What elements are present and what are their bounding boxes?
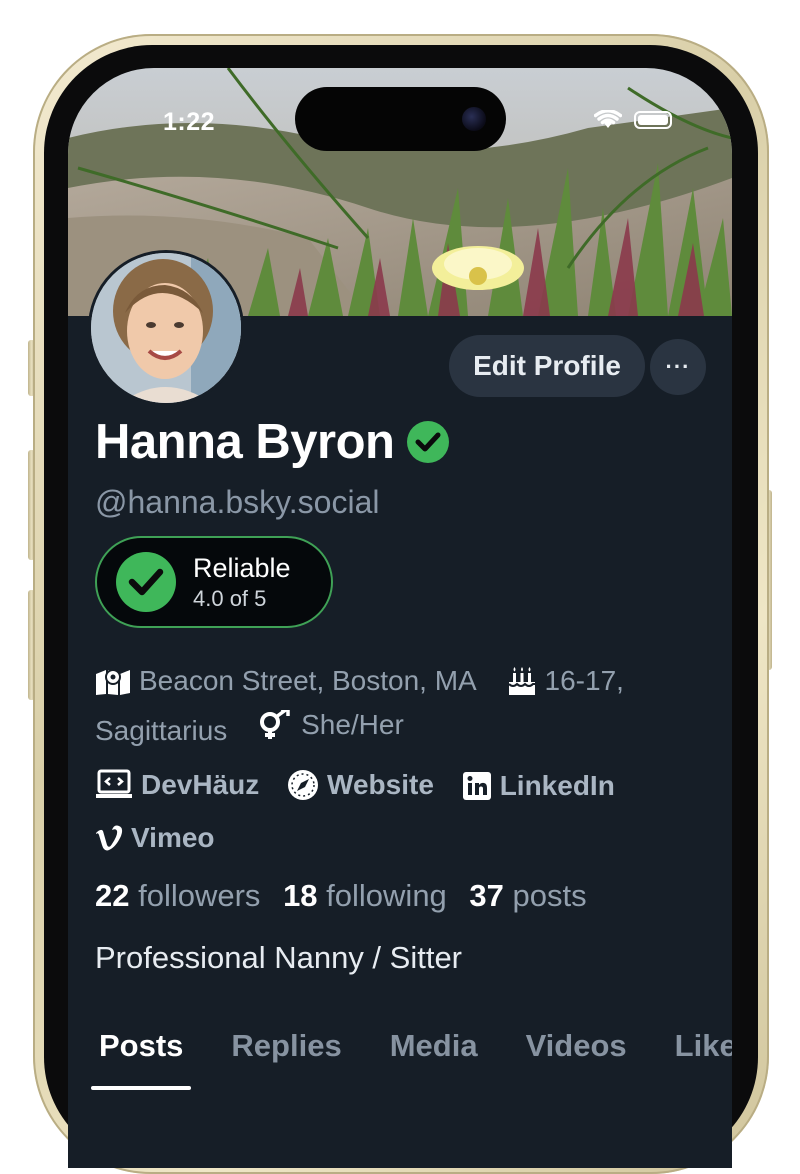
profile-stats: 22 followers 18 following 37 posts bbox=[95, 878, 587, 914]
battery-icon bbox=[634, 111, 672, 129]
status-time: 1:22 bbox=[163, 108, 216, 136]
tab-likes[interactable]: Likes bbox=[671, 1028, 732, 1064]
followers-stat[interactable]: 22 followers bbox=[95, 878, 283, 913]
gender-icon bbox=[260, 710, 290, 739]
zodiac-text: Sagittarius bbox=[95, 715, 228, 746]
posts-count: 37 bbox=[469, 878, 504, 913]
avatar[interactable] bbox=[88, 250, 244, 406]
code-laptop-icon bbox=[96, 769, 132, 798]
dynamic-island bbox=[295, 87, 506, 151]
posts-stat: 37 posts bbox=[469, 878, 586, 913]
profile-meta: Beacon Street, Boston, MA 16-17, Sagitta… bbox=[95, 662, 695, 750]
zodiac-item: Sagittarius bbox=[95, 712, 227, 750]
pronouns-item: She/Her bbox=[257, 706, 404, 744]
followers-count: 22 bbox=[95, 878, 130, 913]
display-name-text: Hanna Byron bbox=[95, 415, 395, 469]
tab-replies[interactable]: Replies bbox=[227, 1028, 345, 1064]
verified-check-icon[interactable] bbox=[406, 420, 450, 464]
following-count: 18 bbox=[283, 878, 318, 913]
profile-tabs: Posts Replies Media Videos Likes bbox=[90, 1028, 732, 1090]
pronouns-text: She/Her bbox=[301, 709, 404, 740]
reliability-badge[interactable]: Reliable 4.0 of 5 bbox=[95, 536, 333, 628]
posts-label: posts bbox=[512, 878, 587, 913]
profile-links: DevHäuz Website LinkedIn Vimeo bbox=[95, 762, 695, 865]
check-circle-icon bbox=[116, 552, 176, 612]
linkedin-icon bbox=[462, 772, 491, 800]
profile-handle: @hanna.bsky.social bbox=[95, 484, 380, 520]
link-label: LinkedIn bbox=[499, 770, 615, 801]
link-linkedin[interactable]: LinkedIn bbox=[462, 763, 615, 809]
wifi-icon bbox=[594, 110, 622, 128]
status-indicators bbox=[594, 110, 672, 130]
birthday-text: 16-17, bbox=[544, 665, 624, 696]
edit-profile-button[interactable]: Edit Profile bbox=[449, 335, 645, 397]
birthday-item: 16-17, bbox=[507, 662, 624, 700]
profile-bio: Professional Nanny / Sitter bbox=[95, 940, 463, 975]
link-website[interactable]: Website bbox=[287, 762, 434, 808]
display-name: Hanna Byron bbox=[95, 414, 450, 470]
vimeo-icon bbox=[96, 825, 123, 851]
badge-rating: 4.0 of 5 bbox=[193, 585, 267, 611]
more-options-button[interactable]: ··· bbox=[650, 339, 706, 395]
link-label: Website bbox=[327, 769, 434, 800]
badge-text: Reliable 4.0 of 5 bbox=[193, 553, 291, 612]
link-label: Vimeo bbox=[131, 822, 215, 853]
location-text: Beacon Street, Boston, MA bbox=[139, 665, 477, 696]
link-vimeo[interactable]: Vimeo bbox=[95, 815, 215, 861]
front-camera-icon bbox=[462, 107, 486, 131]
following-stat[interactable]: 18 following bbox=[283, 878, 469, 913]
location-item: Beacon Street, Boston, MA bbox=[95, 662, 477, 700]
birthday-cake-icon bbox=[507, 667, 535, 695]
compass-icon bbox=[288, 770, 319, 800]
link-devhauz[interactable]: DevHäuz bbox=[95, 762, 259, 808]
tab-posts[interactable]: Posts bbox=[90, 1028, 192, 1090]
followers-label: followers bbox=[138, 878, 261, 913]
following-label: following bbox=[326, 878, 447, 913]
tab-videos[interactable]: Videos bbox=[522, 1028, 631, 1064]
map-pin-icon bbox=[96, 669, 130, 695]
badge-title: Reliable bbox=[193, 552, 291, 583]
link-label: DevHäuz bbox=[141, 769, 260, 800]
profile-screen: 1:22 Edit Profile ··· Hanna Byron @hanna… bbox=[68, 68, 732, 1168]
tab-media[interactable]: Media bbox=[386, 1028, 482, 1064]
avatar-photo bbox=[91, 253, 241, 403]
